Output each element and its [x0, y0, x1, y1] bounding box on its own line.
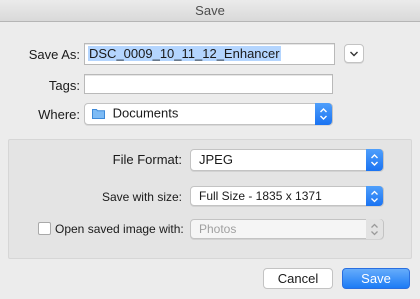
tags-field[interactable]: [84, 74, 333, 94]
save-with-size-value: Full Size - 1835 x 1371: [199, 189, 322, 203]
chevron-down-icon: [350, 51, 358, 57]
save-as-label: Save As:: [28, 47, 80, 62]
where-value: Documents: [112, 105, 179, 121]
cancel-button[interactable]: Cancel: [263, 268, 333, 289]
open-with-checkbox[interactable]: [38, 222, 51, 235]
open-with-popup[interactable]: Photos: [190, 219, 384, 239]
where-stepper: [315, 103, 332, 125]
where-popup[interactable]: Documents: [84, 103, 333, 125]
up-down-chevron-icon: [320, 108, 327, 120]
window-title: Save: [0, 0, 420, 22]
save-button[interactable]: Save: [342, 268, 410, 289]
up-down-chevron-icon: [371, 190, 378, 202]
open-with-stepper: [366, 219, 383, 239]
file-format-popup[interactable]: JPEG: [190, 149, 384, 171]
save-with-size-label: Save with size:: [101, 190, 182, 204]
where-label: Where:: [38, 107, 80, 122]
save-with-size-popup[interactable]: Full Size - 1835 x 1371: [190, 186, 384, 206]
up-down-chevron-icon: [371, 154, 378, 166]
save-as-field[interactable]: DSC_0009_10_11_12_Enhancer: [84, 43, 335, 65]
save-as-value: DSC_0009_10_11_12_Enhancer: [88, 46, 281, 61]
up-down-chevron-icon: [371, 223, 378, 235]
save-with-size-stepper: [366, 186, 383, 206]
tags-label: Tags:: [48, 78, 80, 93]
file-format-label: File Format:: [112, 152, 182, 167]
file-format-value: JPEG: [199, 152, 233, 167]
expand-button[interactable]: [344, 44, 364, 63]
open-with-value: Photos: [199, 222, 237, 236]
open-with-label: Open saved image with:: [55, 222, 184, 236]
file-format-stepper: [366, 149, 383, 171]
folder-icon: [92, 108, 105, 120]
